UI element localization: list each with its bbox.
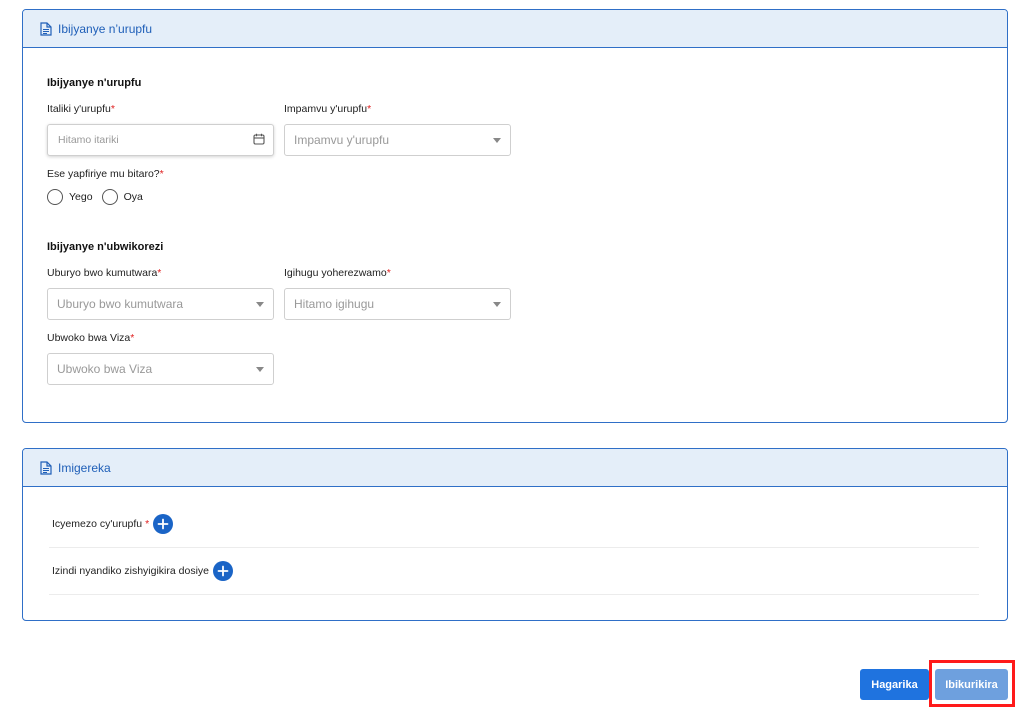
hospital-question-label: Ese yapfiriye mu bitaro?* [47,168,164,180]
death-cause-placeholder: Impamvu y'urupfu [294,133,389,147]
destination-country-label: Igihugu yoherezwamo* [284,267,391,279]
visa-type-label: Ubwoko bwa Viza* [47,332,135,344]
visa-type-placeholder: Ubwoko bwa Viza [57,362,153,376]
plus-icon [217,565,229,577]
attachments-card: Imigereka Icyemezo cy'urupfu * Izindi ny… [22,448,1008,621]
radio-yes-label[interactable]: Yego [69,191,93,203]
death-details-card-header: Ibijyanye n’urupfu [23,10,1007,48]
transport-method-placeholder: Uburyo bwo kumutwara [57,297,184,311]
transport-method-label: Uburyo bwo kumutwara* [47,267,162,279]
chevron-down-icon [493,302,501,307]
death-date-input[interactable]: Hitamo itariki [47,124,274,156]
cancel-button[interactable]: Hagarika [860,669,929,700]
destination-country-placeholder: Hitamo igihugu [294,297,375,311]
next-button[interactable]: Ibikurikira [935,669,1008,700]
death-details-card: Ibijyanye n’urupfu Ibijyanye n'urupfu It… [22,9,1008,423]
required-mark: * [145,518,150,530]
hospital-radio-group: Yego Oya [47,189,152,205]
attachment-label: Izindi nyandiko zishyigikira dosiye [52,565,209,577]
death-cause-label: Impamvu y'urupfu* [284,103,372,115]
attachment-row-other-documents: Izindi nyandiko zishyigikira dosiye [49,548,979,595]
attachments-card-header: Imigereka [23,449,1007,487]
attachments-card-title: Imigereka [58,460,111,475]
transport-section-title: Ibijyanye n'ubwikorezi [47,241,164,253]
chevron-down-icon [256,302,264,307]
add-attachment-button[interactable] [153,514,174,534]
document-icon [40,21,52,36]
visa-type-select[interactable]: Ubwoko bwa Viza [47,353,274,385]
radio-no-label[interactable]: Oya [124,191,143,203]
death-date-label: Italiki y'urupfu* [47,103,115,115]
death-cause-select[interactable]: Impamvu y'urupfu [284,124,511,156]
transport-method-select[interactable]: Uburyo bwo kumutwara [47,288,274,320]
death-details-card-title: Ibijyanye n’urupfu [58,21,153,36]
radio-yes[interactable] [47,189,63,205]
chevron-down-icon [256,367,264,372]
attachment-row-death-certificate: Icyemezo cy'urupfu * [49,501,979,548]
plus-icon [157,518,169,530]
radio-no[interactable] [101,189,118,205]
attachment-label: Icyemezo cy'urupfu [52,518,143,530]
death-section-title: Ibijyanye n'urupfu [47,77,142,89]
add-attachment-button[interactable] [213,561,233,581]
chevron-down-icon [493,138,501,143]
death-date-placeholder: Hitamo itariki [58,134,119,146]
calendar-icon[interactable] [253,133,265,145]
destination-country-select[interactable]: Hitamo igihugu [284,288,511,320]
document-icon [40,460,52,475]
